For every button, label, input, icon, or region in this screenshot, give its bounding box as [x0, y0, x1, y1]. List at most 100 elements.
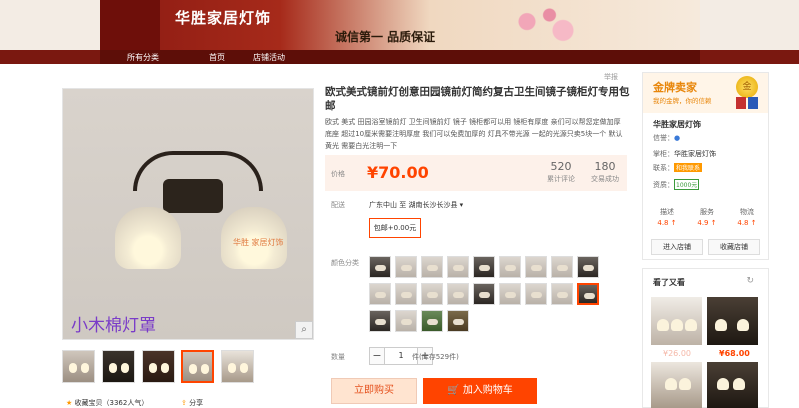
gold-medal-icon: 金 [736, 76, 758, 98]
recommended-item[interactable] [651, 297, 702, 345]
recommended-item[interactable] [707, 297, 758, 345]
review-count: 520 [550, 160, 572, 173]
color-option[interactable] [551, 256, 573, 278]
shop-name[interactable]: 华胜家居灯饰 [653, 119, 701, 130]
lamp-wall-plate [163, 179, 223, 213]
color-option[interactable] [525, 283, 547, 305]
color-option[interactable] [447, 283, 469, 305]
shop-banner: 华胜家居灯饰 诚信第一 品质保证 [0, 0, 799, 50]
package-option[interactable]: 包邮+0.00元 [369, 218, 421, 238]
color-option[interactable] [447, 256, 469, 278]
color-option[interactable] [395, 256, 417, 278]
also-viewed-panel: 看了又看 ↻ ¥26.00 ¥68.00 [642, 268, 769, 408]
report-link[interactable]: 举报 [604, 72, 618, 82]
color-option[interactable] [447, 310, 469, 332]
product-title: 欧式美式镜前灯创意田园镜前灯简约复古卫生间镜子镜柜灯专用包邮 [325, 86, 630, 112]
nav-item-activities[interactable]: 店铺活动 [253, 52, 285, 63]
dsr-description: 描述 4.8 ↑ [647, 207, 687, 229]
sales-stat: 180 交易成功 [587, 161, 623, 185]
color-option[interactable] [499, 283, 521, 305]
thumbnail[interactable] [102, 350, 135, 383]
favorite-shop-button[interactable]: 收藏店铺 [708, 239, 760, 255]
color-option[interactable] [395, 310, 417, 332]
add-to-cart-label: 加入购物车 [462, 385, 513, 396]
shop-title: 华胜家居灯饰 [175, 9, 272, 27]
dsr-score: 4.9 ↑ [697, 219, 717, 227]
price-box: 价格 ¥70.00 520 累计评论 180 交易成功 [325, 155, 627, 191]
recommended-item[interactable] [651, 362, 702, 408]
star-icon: ★ [66, 399, 73, 407]
recommended-price: ¥26.00 [663, 349, 691, 358]
color-option[interactable] [577, 256, 599, 278]
color-option[interactable] [369, 256, 391, 278]
add-to-cart-button[interactable]: 🛒 加入购物车 [423, 378, 537, 404]
dsr-label: 物流 [740, 208, 754, 216]
price-label: 价格 [331, 170, 345, 178]
qualification-row: 资质： 1000元 [653, 179, 700, 190]
thumbnail[interactable] [62, 350, 95, 383]
color-option[interactable] [395, 283, 417, 305]
share-label: 分享 [189, 399, 204, 407]
keeper-name[interactable]: 华胜家居灯饰 [674, 150, 716, 158]
cart-icon: 🛒 [447, 385, 463, 396]
dsr-score: 4.8 ↑ [657, 219, 677, 227]
color-option[interactable] [369, 283, 391, 305]
sales-label: 交易成功 [591, 175, 619, 183]
color-option-selected[interactable] [577, 283, 599, 305]
shop-nav: 所有分类 首页 店铺活动 [0, 50, 799, 64]
refresh-icon[interactable]: ↻ [746, 276, 754, 286]
image-watermark: 华胜 家居灯饰 [233, 238, 284, 247]
dsr-service: 服务 4.9 ↑ [687, 207, 727, 229]
favorite-item[interactable]: ★ 收藏宝贝（3362人气） [66, 398, 148, 408]
lamp-shade-left [115, 207, 181, 269]
credit-label: 信誉： [653, 134, 674, 142]
nav-item-home[interactable]: 首页 [209, 52, 225, 63]
dsr-label: 描述 [660, 208, 674, 216]
banner-flower-art [500, 4, 590, 48]
recommended-item[interactable] [707, 362, 758, 408]
keeper-label: 掌柜： [653, 150, 674, 158]
zoom-icon[interactable]: ⌕ [295, 321, 313, 339]
nav-item-categories[interactable]: 所有分类 [127, 52, 159, 63]
seller-header: 金牌卖家 我的金牌，你的信赖 金 [643, 73, 768, 113]
main-product-image[interactable]: 华胜 家居灯饰 小木棉灯罩 ⌕ [62, 88, 314, 340]
deposit-badge: 1000元 [674, 179, 700, 190]
medal-ribbon-icon [736, 97, 758, 109]
shop-slogan: 诚信第一 品质保证 [335, 30, 436, 44]
nav-bar: 所有分类 首页 店铺活动 [100, 50, 700, 64]
thumbnail-selected[interactable] [181, 350, 214, 383]
review-label: 累计评论 [547, 175, 575, 183]
also-viewed-title: 看了又看 [653, 278, 685, 287]
color-option[interactable] [551, 283, 573, 305]
decrement-button[interactable]: − [369, 347, 385, 365]
favorite-label: 收藏宝贝（3362人气） [74, 399, 149, 407]
contact-button[interactable]: 和我联系 [674, 163, 703, 172]
shipping-destination[interactable]: 广东中山 至 湖南长沙长沙县 ▾ [369, 200, 463, 210]
share-icon: ⇪ [181, 399, 187, 407]
sales-count: 180 [594, 160, 616, 173]
color-option[interactable] [421, 283, 443, 305]
product-subtitle: 欧式 美式 田园浴室镜前灯 卫生间镜前灯 镜子 镜柜都可以用 镜柜有厚度 亲们可… [325, 118, 623, 150]
price-value: ¥70.00 [367, 163, 429, 182]
thumbnail[interactable] [221, 350, 254, 383]
seller-level: 金牌卖家 [653, 81, 697, 94]
color-option[interactable] [421, 310, 443, 332]
color-option[interactable] [525, 256, 547, 278]
qual-label: 资质： [653, 181, 674, 189]
keeper-row: 掌柜：华胜家居灯饰 [653, 149, 716, 159]
share-button[interactable]: ⇪ 分享 [181, 398, 203, 408]
color-option[interactable] [421, 256, 443, 278]
seller-level-sub: 我的金牌，你的信赖 [653, 97, 712, 105]
enter-shop-button[interactable]: 进入店铺 [651, 239, 703, 255]
color-option[interactable] [499, 256, 521, 278]
dsr-label: 服务 [700, 208, 714, 216]
thumbnail[interactable] [142, 350, 175, 383]
buy-now-button[interactable]: 立即购买 [331, 378, 417, 404]
color-option[interactable] [369, 310, 391, 332]
color-option[interactable] [473, 283, 495, 305]
stock-info: 件(库存529件) [412, 353, 459, 361]
review-stat[interactable]: 520 累计评论 [543, 161, 579, 185]
credit-row: 信誉：● [653, 133, 680, 143]
credit-badge-icon: ● [674, 134, 681, 142]
color-option[interactable] [473, 256, 495, 278]
